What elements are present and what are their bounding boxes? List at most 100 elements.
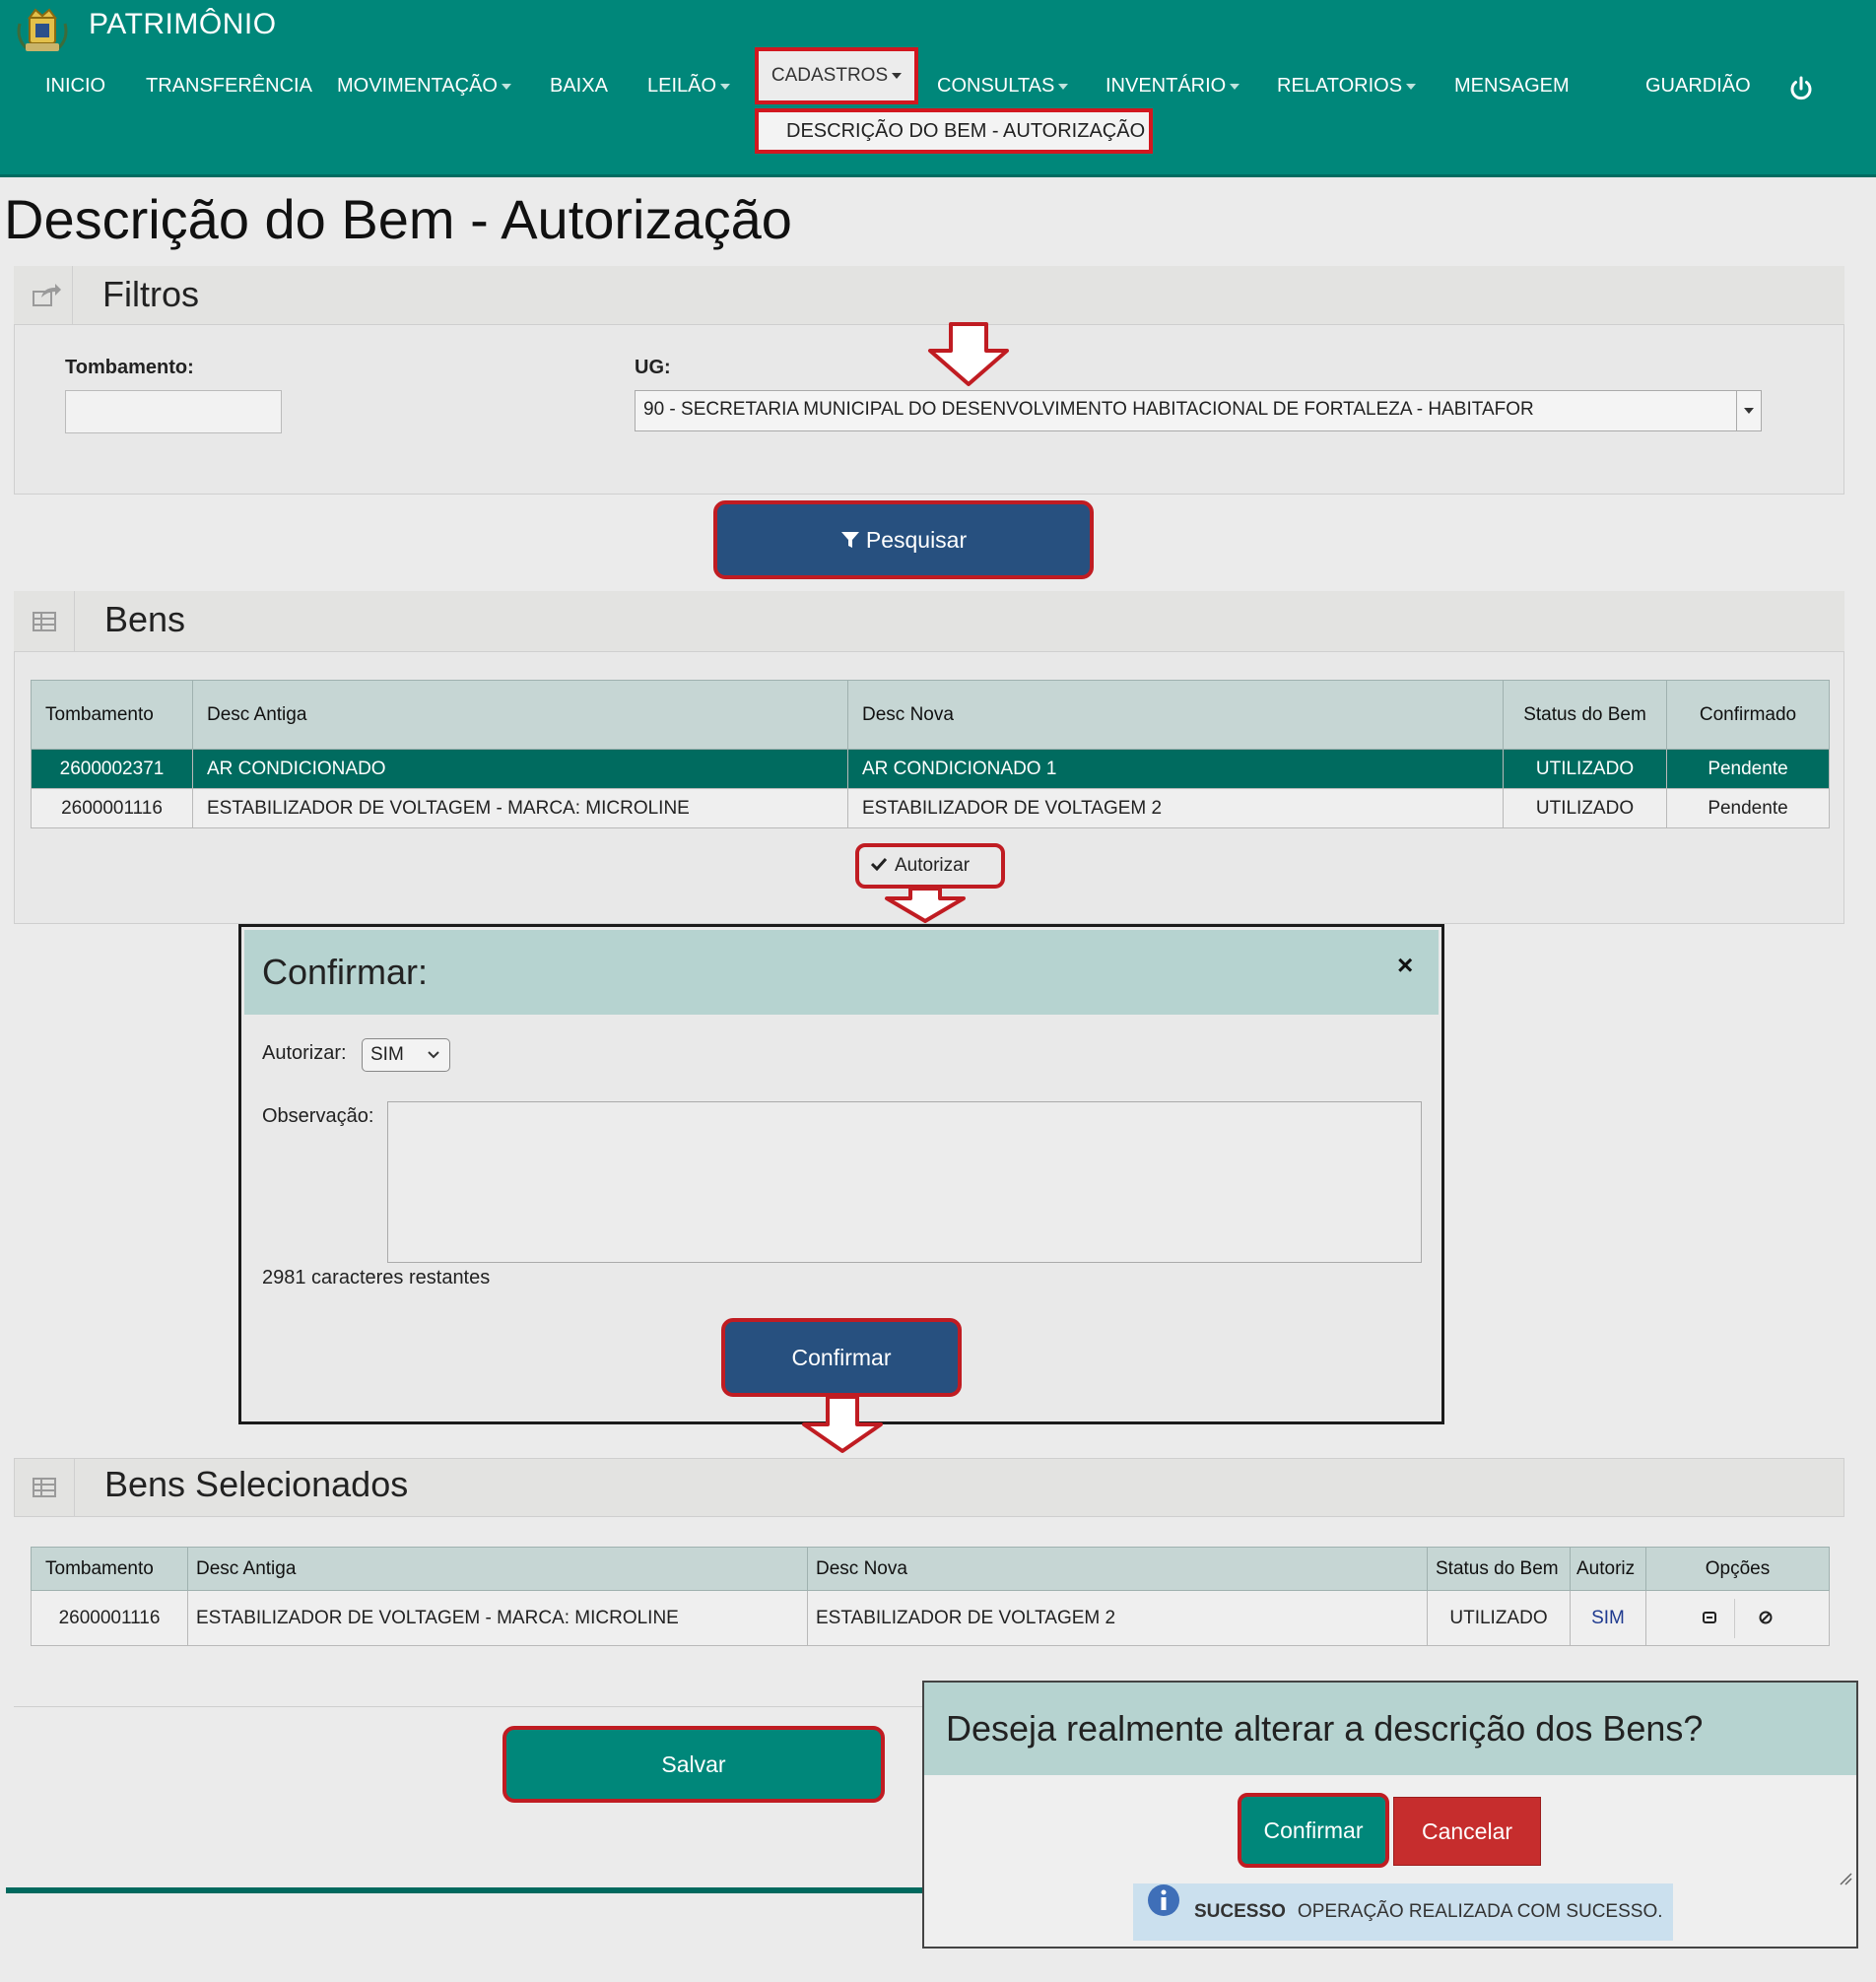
success-title: SUCESSO: [1194, 1901, 1286, 1923]
col-autoriz[interactable]: Autoriz: [1570, 1547, 1646, 1591]
nav-inicio[interactable]: INICIO: [45, 75, 105, 98]
nav-movimentacao-label: MOVIMENTAÇÃO: [337, 75, 498, 97]
annotation-arrow-icon: [881, 887, 970, 924]
nav-cadastros[interactable]: CADASTROS: [755, 47, 918, 104]
check-icon: [870, 847, 888, 885]
col-status[interactable]: Status do Bem: [1503, 680, 1667, 750]
divider: [14, 1706, 922, 1707]
success-message: SUCESSO OPERAÇÃO REALIZADA COM SUCESSO.: [1133, 1883, 1673, 1941]
nav-consultas[interactable]: CONSULTAS: [937, 75, 1069, 98]
confirm-dialog-question: Deseja realmente alterar a descrição dos…: [946, 1708, 1704, 1749]
chevron-down-icon: [892, 72, 903, 79]
nav-leilao[interactable]: LEILÃO: [647, 75, 731, 98]
tombamento-label: Tombamento:: [65, 357, 194, 378]
footer-bar: [6, 1887, 922, 1893]
cell-desc-antiga: ESTABILIZADOR DE VOLTAGEM - MARCA: MICRO…: [192, 788, 848, 828]
tombamento-input[interactable]: [65, 390, 282, 433]
modal-confirm-button[interactable]: Confirmar: [721, 1318, 962, 1397]
ug-label: UG:: [635, 357, 671, 378]
remove-icon[interactable]: [1741, 1599, 1790, 1638]
save-button[interactable]: Salvar: [502, 1726, 885, 1803]
cell-tombamento: 2600001116: [31, 1590, 188, 1646]
dialog-cancel-button[interactable]: Cancelar: [1393, 1797, 1541, 1866]
cell-desc-nova: AR CONDICIONADO 1: [847, 749, 1504, 789]
chevron-down-icon: [426, 1039, 441, 1082]
autorizar-select[interactable]: SIM: [362, 1038, 450, 1072]
chevron-down-icon: [720, 83, 731, 90]
share-icon: [14, 266, 73, 325]
app-title: PATRIMÔNIO: [89, 8, 277, 40]
nav-transferencia[interactable]: TRANSFERÊNCIA: [146, 75, 312, 98]
edit-icon[interactable]: [1685, 1598, 1736, 1638]
cell-status: UTILIZADO: [1503, 749, 1667, 789]
search-button[interactable]: Pesquisar: [713, 500, 1094, 579]
cell-confirmado: Pendente: [1666, 749, 1830, 789]
cell-tombamento: 2600002371: [31, 749, 193, 789]
chevron-down-icon[interactable]: [1736, 391, 1760, 430]
page-title: Descrição do Bem - Autorização: [4, 188, 792, 250]
brasao-logo-icon: [14, 4, 71, 55]
table-row[interactable]: 2600001116 ESTABILIZADOR DE VOLTAGEM - M…: [31, 788, 1830, 828]
nav-movimentacao[interactable]: MOVIMENTAÇÃO: [337, 75, 511, 98]
bens-table: Tombamento Desc Antiga Desc Nova Status …: [31, 680, 1830, 828]
confirm-modal-title: Confirmar:: [262, 952, 429, 992]
table-row[interactable]: 2600002371 AR CONDICIONADO AR CONDICIONA…: [31, 749, 1830, 789]
col-desc-antiga[interactable]: Desc Antiga: [192, 680, 848, 750]
observacao-label: Observação:: [262, 1105, 374, 1127]
resize-handle-icon[interactable]: [1839, 1872, 1852, 1885]
col-status[interactable]: Status do Bem: [1427, 1547, 1571, 1591]
close-icon[interactable]: ×: [1397, 950, 1413, 981]
filters-title: Filtros: [102, 274, 199, 314]
col-confirmado[interactable]: Confirmado: [1666, 680, 1830, 750]
autorizar-button[interactable]: Autorizar: [855, 843, 1005, 889]
cell-desc-nova: ESTABILIZADOR DE VOLTAGEM 2: [807, 1590, 1428, 1646]
nav-baixa[interactable]: BAIXA: [550, 75, 608, 98]
ug-select[interactable]: 90 - SECRETARIA MUNICIPAL DO DESENVOLVIM…: [635, 390, 1762, 431]
bens-panel-header: [14, 591, 1844, 652]
filters-panel-header: [14, 266, 1844, 325]
autorizar-label: Autorizar:: [262, 1042, 347, 1064]
col-desc-nova[interactable]: Desc Nova: [807, 1547, 1428, 1591]
autorizar-button-label: Autorizar: [895, 855, 971, 877]
selected-title: Bens Selecionados: [104, 1464, 409, 1504]
cell-status: UTILIZADO: [1503, 788, 1667, 828]
table-row[interactable]: 2600001116 ESTABILIZADOR DE VOLTAGEM - M…: [31, 1590, 1830, 1646]
cell-confirmado: Pendente: [1666, 788, 1830, 828]
filter-icon: [840, 506, 860, 577]
chevron-down-icon: [1058, 83, 1069, 90]
nav-relatorios-label: RELATORIOS: [1277, 75, 1403, 97]
table-header-row: Tombamento Desc Antiga Desc Nova Status …: [31, 1547, 1830, 1591]
cell-desc-antiga: AR CONDICIONADO: [192, 749, 848, 789]
nav-consultas-label: CONSULTAS: [937, 75, 1055, 97]
col-desc-nova[interactable]: Desc Nova: [847, 680, 1504, 750]
annotation-arrow-icon: [924, 321, 1013, 388]
nav-guardiao[interactable]: GUARDIÃO: [1645, 75, 1751, 98]
nav-inventario[interactable]: INVENTÁRIO: [1106, 75, 1240, 98]
annotation-arrow-icon: [798, 1395, 887, 1454]
dialog-confirm-button[interactable]: Confirmar: [1238, 1793, 1389, 1868]
nav-inventario-label: INVENTÁRIO: [1106, 75, 1227, 97]
cell-opcoes: [1645, 1590, 1830, 1646]
success-text: OPERAÇÃO REALIZADA COM SUCESSO.: [1297, 1901, 1663, 1923]
cell-desc-nova: ESTABILIZADOR DE VOLTAGEM 2: [847, 788, 1504, 828]
chevron-down-icon: [1230, 83, 1240, 90]
cell-desc-antiga: ESTABILIZADOR DE VOLTAGEM - MARCA: MICRO…: [187, 1590, 808, 1646]
table-icon: [14, 591, 75, 652]
dropdown-descricao-bem-autorizacao[interactable]: DESCRIÇÃO DO BEM - AUTORIZAÇÃO: [755, 108, 1153, 154]
cell-autoriz: SIM: [1570, 1590, 1646, 1646]
autorizar-select-value: SIM: [370, 1044, 404, 1065]
col-tombamento[interactable]: Tombamento: [31, 680, 193, 750]
observacao-textarea[interactable]: [387, 1101, 1422, 1263]
col-desc-antiga[interactable]: Desc Antiga: [187, 1547, 808, 1591]
bens-title: Bens: [104, 599, 186, 639]
cell-tombamento: 2600001116: [31, 788, 193, 828]
ug-select-value: 90 - SECRETARIA MUNICIPAL DO DESENVOLVIM…: [643, 399, 1534, 420]
col-tombamento[interactable]: Tombamento: [31, 1547, 188, 1591]
selected-table: Tombamento Desc Antiga Desc Nova Status …: [31, 1547, 1830, 1646]
power-icon[interactable]: [1787, 75, 1815, 102]
nav-relatorios[interactable]: RELATORIOS: [1277, 75, 1417, 98]
chevron-down-icon: [1406, 83, 1417, 90]
chars-remaining: 2981 caracteres restantes: [262, 1267, 491, 1288]
nav-mensagem[interactable]: MENSAGEM: [1454, 75, 1570, 98]
nav-cadastros-label: CADASTROS: [770, 65, 889, 86]
